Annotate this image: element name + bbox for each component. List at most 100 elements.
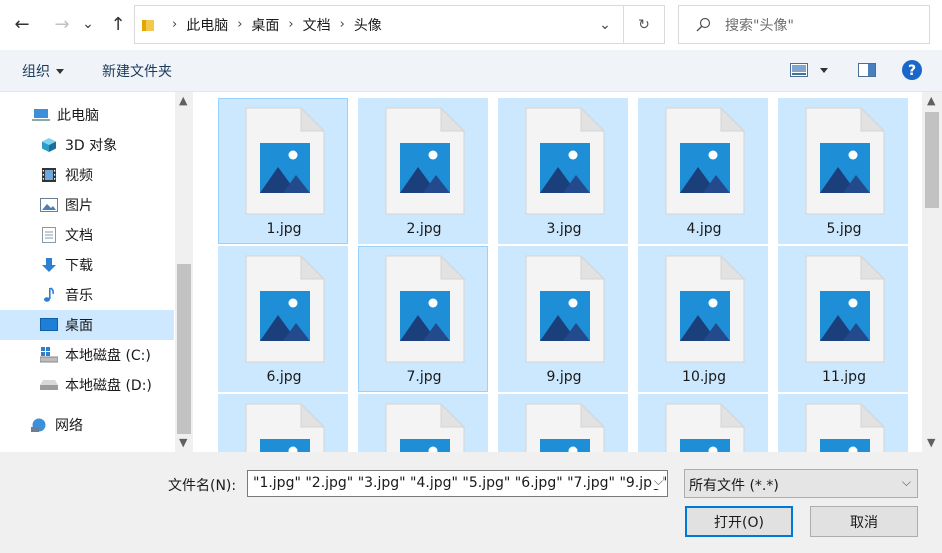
file-list-scrollbar-thumb[interactable] — [925, 112, 939, 208]
navigation-bar: ← → ⌄ ↑ › 此电脑 › 桌面 › 文档 › 头像 ⌄ ↻ 搜索"头像" — [0, 0, 942, 50]
file-name: 3.jpg — [546, 221, 582, 237]
organize-label: 组织 — [22, 64, 50, 80]
image-file-icon — [805, 403, 885, 452]
file-item[interactable]: 1.jpg — [218, 98, 348, 244]
scroll-up-arrow-icon[interactable]: ▲ — [927, 94, 935, 107]
new-folder-button[interactable]: 新建文件夹 — [102, 61, 172, 81]
windows-drive-icon — [40, 347, 58, 363]
recent-locations-chevron-icon[interactable]: ⌄ — [78, 10, 98, 38]
sidebar-item-label: 本地磁盘 (D:) — [65, 378, 152, 394]
breadcrumb-separator-icon[interactable]: › — [340, 17, 345, 32]
sidebar-item-downloads[interactable]: 下载 — [0, 250, 174, 280]
music-note-icon — [40, 287, 58, 303]
file-item[interactable]: 11.jpg — [778, 246, 908, 392]
file-name-label: 文件名(N): — [168, 478, 237, 494]
scroll-up-arrow-icon[interactable]: ▲ — [179, 94, 187, 107]
chevron-down-icon — [56, 68, 64, 74]
file-name: 1.jpg — [266, 221, 302, 237]
sidebar-item-desktop[interactable]: 桌面 — [0, 310, 174, 340]
breadcrumb-desktop[interactable]: 桌面 — [251, 15, 279, 35]
picture-icon — [40, 197, 58, 213]
back-arrow-icon[interactable]: ← — [8, 10, 36, 38]
new-folder-label: 新建文件夹 — [102, 64, 172, 80]
preview-pane-button[interactable] — [858, 63, 876, 77]
chevron-down-icon: ⌵ — [901, 475, 911, 489]
scroll-down-arrow-icon[interactable]: ▼ — [927, 436, 935, 449]
sidebar-item-network[interactable]: 网络 — [0, 410, 174, 440]
forward-arrow-icon[interactable]: → — [48, 10, 76, 38]
breadcrumb-this-pc[interactable]: 此电脑 — [186, 15, 228, 35]
up-arrow-icon[interactable]: ↑ — [104, 10, 132, 38]
file-name: 11.jpg — [822, 369, 866, 385]
file-item[interactable] — [778, 394, 908, 452]
file-item[interactable]: 5.jpg — [778, 98, 908, 244]
sidebar-item-documents[interactable]: 文档 — [0, 220, 174, 250]
file-name-field[interactable]: "1.jpg" "2.jpg" "3.jpg" "4.jpg" "5.jpg" … — [247, 470, 668, 497]
file-item[interactable] — [358, 394, 488, 452]
sidebar-item-label: 音乐 — [65, 288, 93, 304]
file-item[interactable] — [638, 394, 768, 452]
sidebar-scrollbar[interactable]: ▲ ▼ — [175, 92, 193, 452]
navigation-pane: 此电脑 3D 对象 视频 图片 文档 下载 音乐 桌面 本地磁盘 (C:) 本地… — [0, 92, 194, 452]
sidebar-item-pictures[interactable]: 图片 — [0, 190, 174, 220]
file-name: 10.jpg — [682, 369, 726, 385]
desktop-icon — [40, 317, 58, 333]
sidebar-item-local-disk-c[interactable]: 本地磁盘 (C:) — [0, 340, 174, 370]
address-dropdown-chevron-icon[interactable]: ⌄ — [587, 6, 623, 43]
image-file-icon — [385, 107, 465, 215]
sidebar-item-label: 3D 对象 — [65, 138, 118, 154]
file-item[interactable] — [218, 394, 348, 452]
organize-menu-button[interactable]: 组织 — [22, 61, 64, 81]
image-file-icon — [665, 255, 745, 363]
breadcrumb-separator-icon: › — [172, 17, 178, 32]
file-item[interactable]: 10.jpg — [638, 246, 768, 392]
folder-icon — [142, 19, 154, 31]
breadcrumb-separator-icon[interactable]: › — [288, 17, 293, 32]
sidebar-item-label: 文档 — [65, 228, 93, 244]
file-name: 2.jpg — [406, 221, 442, 237]
sidebar-item-label: 下载 — [65, 258, 93, 274]
sidebar-item-3d-objects[interactable]: 3D 对象 — [0, 130, 174, 160]
file-item[interactable]: 7.jpg — [358, 246, 488, 392]
help-button[interactable]: ? — [902, 60, 922, 80]
file-item[interactable]: 9.jpg — [498, 246, 628, 392]
network-icon — [30, 417, 48, 433]
sidebar-item-music[interactable]: 音乐 — [0, 280, 174, 310]
file-item[interactable]: 3.jpg — [498, 98, 628, 244]
file-list: 1.jpg 2.jpg 3.jpg 4.jpg 5.jpg 6.jpg 7.jp… — [196, 92, 922, 452]
breadcrumb-documents[interactable]: 文档 — [303, 15, 331, 35]
sidebar-item-videos[interactable]: 视频 — [0, 160, 174, 190]
svg-text:?: ? — [908, 63, 916, 79]
file-item[interactable]: 6.jpg — [218, 246, 348, 392]
image-file-icon — [805, 107, 885, 215]
scroll-down-arrow-icon[interactable]: ▼ — [179, 436, 187, 449]
open-button[interactable]: 打开(O) — [685, 506, 793, 537]
image-file-icon — [245, 255, 325, 363]
file-type-select[interactable]: 所有文件 (*.*) ⌵ — [684, 469, 918, 498]
file-item[interactable]: 2.jpg — [358, 98, 488, 244]
search-box[interactable]: 搜索"头像" — [678, 5, 930, 44]
address-bar[interactable]: › 此电脑 › 桌面 › 文档 › 头像 ⌄ ↻ — [134, 5, 665, 44]
image-file-icon — [525, 107, 605, 215]
document-icon — [40, 227, 58, 243]
refresh-icon[interactable]: ↻ — [623, 6, 664, 43]
help-icon: ? — [902, 60, 922, 80]
file-item[interactable]: 4.jpg — [638, 98, 768, 244]
sidebar-item-this-pc[interactable]: 此电脑 — [0, 100, 174, 130]
image-file-icon — [525, 403, 605, 452]
file-name-value: "1.jpg" "2.jpg" "3.jpg" "4.jpg" "5.jpg" … — [253, 475, 668, 491]
file-list-scrollbar[interactable]: ▲ ▼ — [922, 92, 942, 452]
sidebar-item-label: 本地磁盘 (C:) — [65, 348, 151, 364]
dialog-footer: 文件名(N): "1.jpg" "2.jpg" "3.jpg" "4.jpg" … — [0, 452, 942, 553]
breadcrumb-avatar[interactable]: 头像 — [354, 15, 382, 35]
cancel-button[interactable]: 取消 — [810, 506, 918, 537]
breadcrumb-separator-icon[interactable]: › — [237, 17, 242, 32]
sidebar-scrollbar-thumb[interactable] — [177, 264, 191, 434]
image-file-icon — [245, 403, 325, 452]
change-view-button[interactable] — [790, 63, 828, 77]
sidebar-item-local-disk-d[interactable]: 本地磁盘 (D:) — [0, 370, 174, 400]
image-file-icon — [385, 255, 465, 363]
file-item[interactable] — [498, 394, 628, 452]
command-bar: 组织 新建文件夹 ? — [0, 50, 942, 92]
chevron-down-icon[interactable]: ⌵ — [651, 474, 663, 489]
